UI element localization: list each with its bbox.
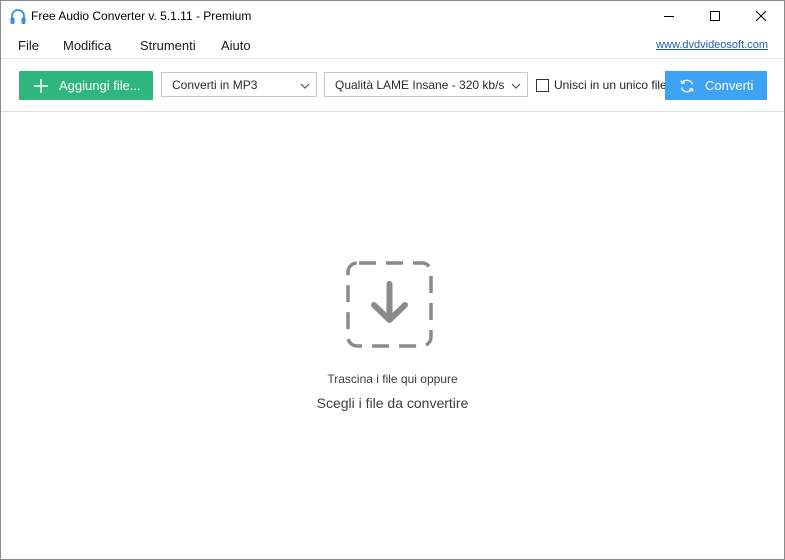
convert-label: Converti xyxy=(705,78,754,93)
plus-icon xyxy=(33,78,49,94)
sync-icon xyxy=(679,78,695,94)
add-files-label: Aggiungi file... xyxy=(59,78,141,93)
headphones-icon xyxy=(9,8,27,26)
merge-checkbox[interactable] xyxy=(536,78,549,92)
menu-aiuto[interactable]: Aiuto xyxy=(221,38,251,53)
website-link[interactable]: www.dvdvideosoft.com xyxy=(656,39,768,51)
merge-option[interactable]: Unisci in un unico file xyxy=(536,78,667,92)
maximize-icon xyxy=(710,8,720,26)
convert-button[interactable]: Converti xyxy=(665,71,767,100)
format-select[interactable]: Converti in MP3 xyxy=(161,72,317,97)
merge-label: Unisci in un unico file xyxy=(554,78,667,92)
close-button[interactable] xyxy=(738,1,784,32)
menu-bar: File Modifica Strumenti Aiuto www.dvdvid… xyxy=(1,32,784,58)
window-title: Free Audio Converter v. 5.1.11 - Premium xyxy=(31,9,252,23)
quality-select-value: Qualità LAME Insane - 320 kb/s xyxy=(335,77,505,92)
file-drop-zone[interactable]: Trascina i file qui oppure Scegli i file… xyxy=(1,112,784,559)
toolbar: Aggiungi file... Converti in MP3 Qualità… xyxy=(1,59,784,111)
title-bar[interactable]: Free Audio Converter v. 5.1.11 - Premium xyxy=(1,1,784,32)
chevron-down-icon xyxy=(300,80,310,90)
download-arrow-icon xyxy=(346,261,433,348)
chevron-down-icon xyxy=(511,80,521,90)
format-select-value: Converti in MP3 xyxy=(172,77,258,92)
close-icon xyxy=(755,8,767,26)
menu-modifica[interactable]: Modifica xyxy=(63,38,111,53)
maximize-button[interactable] xyxy=(692,1,738,32)
choose-files-link[interactable]: Scegli i file da convertire xyxy=(1,395,784,411)
menu-strumenti[interactable]: Strumenti xyxy=(140,38,196,53)
menu-file[interactable]: File xyxy=(18,38,39,53)
quality-select[interactable]: Qualità LAME Insane - 320 kb/s xyxy=(324,72,528,97)
minimize-button[interactable] xyxy=(646,1,692,32)
add-files-button[interactable]: Aggiungi file... xyxy=(19,71,153,100)
app-window: Free Audio Converter v. 5.1.11 - Premium… xyxy=(0,0,785,560)
drop-hint: Trascina i file qui oppure xyxy=(327,372,458,386)
minimize-icon xyxy=(664,8,674,26)
